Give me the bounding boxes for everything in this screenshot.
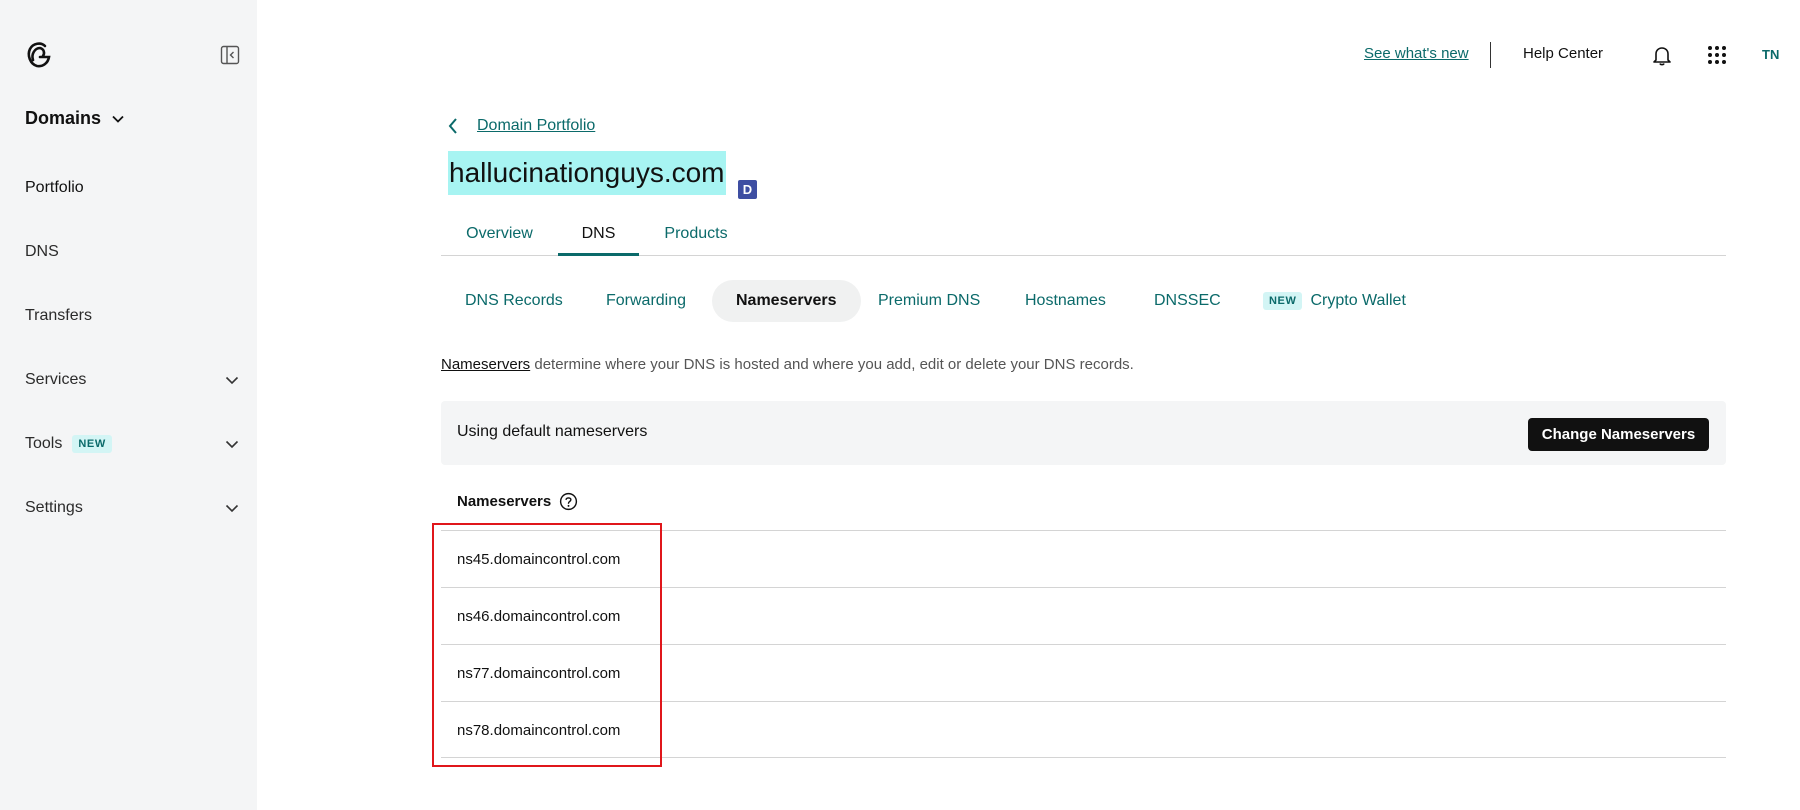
nameserver-host: ns46.domaincontrol.com (457, 608, 621, 625)
list-item: ns46.domaincontrol.com (441, 587, 1726, 644)
list-item: ns77.domaincontrol.com (441, 644, 1726, 701)
godaddy-logo-icon[interactable] (24, 40, 54, 70)
nameserver-host: ns78.domaincontrol.com (457, 722, 621, 739)
sidebar-item-label: Portfolio (25, 179, 84, 196)
nameserver-list: ns45.domaincontrol.com ns46.domaincontro… (441, 530, 1726, 758)
domain-name-title: hallucinationguys.com (448, 151, 726, 195)
topbar-divider (1490, 42, 1491, 68)
breadcrumb[interactable]: Domain Portfolio (447, 116, 595, 136)
list-item: ns78.domaincontrol.com (441, 701, 1726, 758)
whats-new-link[interactable]: See what's new (1364, 45, 1469, 62)
domains-heading-label: Domains (25, 108, 102, 128)
sidebar-item-portfolio[interactable]: Portfolio (25, 173, 240, 203)
nameservers-description-text: determine where your DNS is hosted and w… (530, 356, 1134, 373)
chevron-down-icon (225, 504, 239, 513)
chevron-down-icon (112, 115, 124, 123)
change-nameservers-button[interactable]: Change Nameservers (1528, 418, 1709, 451)
nameserver-host: ns77.domaincontrol.com (457, 665, 621, 682)
sidebar: Domains Portfolio DNS Transfers Services… (0, 0, 257, 810)
sidebar-item-label: Settings (25, 499, 83, 516)
question-mark-icon[interactable] (559, 492, 578, 511)
chevron-down-icon (225, 376, 239, 385)
subtab-nameservers[interactable]: Nameservers (712, 280, 861, 322)
nameserver-status-panel: Using default nameservers Change Nameser… (441, 401, 1726, 465)
subtab-dns-records[interactable]: DNS Records (465, 280, 563, 322)
sidebar-item-label: Services (25, 371, 87, 388)
sidebar-item-dns[interactable]: DNS (25, 237, 240, 267)
crypto-wallet-label: Crypto Wallet (1310, 292, 1406, 309)
domain-portfolio-link[interactable]: Domain Portfolio (477, 117, 595, 135)
bell-icon[interactable] (1651, 44, 1673, 66)
nameservers-info-link[interactable]: Nameservers (441, 356, 530, 373)
sidebar-item-settings[interactable]: Settings (25, 493, 240, 523)
collapse-sidebar-icon[interactable] (220, 45, 240, 65)
domain-badge: D (738, 180, 757, 199)
subtab-forwarding[interactable]: Forwarding (606, 280, 686, 322)
new-badge: NEW (72, 435, 112, 453)
sidebar-item-label: Transfers (25, 307, 92, 324)
sidebar-item-transfers[interactable]: Transfers (25, 301, 240, 331)
subtab-crypto-wallet[interactable]: NEW Crypto Wallet (1263, 280, 1406, 322)
tab-products[interactable]: Products (639, 215, 753, 256)
chevron-left-icon (448, 118, 457, 134)
domain-tabs: Overview DNS Products (441, 215, 1726, 256)
domains-menu-heading[interactable]: Domains (25, 108, 125, 129)
nameserver-status-text: Using default nameservers (457, 423, 648, 440)
user-avatar[interactable]: TN (1762, 47, 1779, 62)
list-item: ns45.domaincontrol.com (441, 530, 1726, 587)
tab-overview[interactable]: Overview (441, 215, 558, 256)
sidebar-item-tools[interactable]: Tools NEW (25, 429, 240, 459)
nameserver-host: ns45.domaincontrol.com (457, 551, 621, 568)
help-center-link[interactable]: Help Center (1523, 45, 1603, 62)
nameservers-header-label: Nameservers (457, 493, 552, 510)
new-badge: NEW (1263, 292, 1303, 310)
nameservers-list-header: Nameservers (457, 492, 578, 511)
subtab-hostnames[interactable]: Hostnames (1025, 280, 1106, 322)
apps-grid-icon[interactable] (1707, 45, 1727, 65)
subtab-dnssec[interactable]: DNSSEC (1154, 280, 1221, 322)
sidebar-item-label: Tools (25, 435, 63, 452)
chevron-down-icon (225, 440, 239, 449)
subtab-premium-dns[interactable]: Premium DNS (878, 280, 980, 322)
nameservers-description: Nameservers determine where your DNS is … (441, 356, 1134, 373)
sidebar-item-services[interactable]: Services (25, 365, 240, 395)
sidebar-item-label: DNS (25, 243, 59, 260)
tab-dns[interactable]: DNS (558, 215, 639, 256)
